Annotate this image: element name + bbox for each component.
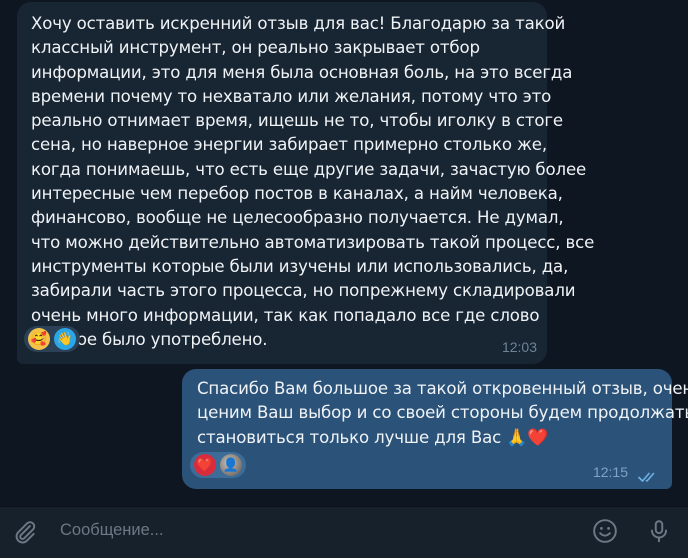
- message-line: забирали часть этого процесса, но попреж…: [31, 281, 576, 301]
- reaction-badge[interactable]: 🥰 👋: [24, 326, 80, 352]
- message-line-last: становиться только лучше для Вас 🙏❤️: [197, 426, 667, 450]
- microphone-icon[interactable]: [644, 516, 674, 546]
- message-line: ценим Ваш выбор и со своей стороны будем…: [197, 403, 688, 423]
- message-time: 12:03: [501, 339, 537, 355]
- message-line: реально отнимает время, ищешь не то, что…: [31, 111, 563, 131]
- message-line: очень много информации, так как попадало…: [31, 305, 540, 325]
- chat-history[interactable]: Хочу оставить искренний отзыв для вас! Б…: [0, 0, 688, 506]
- pray-heart-emoji: 🙏❤️: [506, 427, 549, 448]
- message-line: информации, это для меня была основная б…: [31, 62, 573, 82]
- message-composer: Сообщение...: [0, 506, 688, 558]
- message-line: финансово, вообще не целесообразно получ…: [31, 208, 564, 228]
- message-time: 12:15: [592, 464, 628, 480]
- message-input[interactable]: Сообщение...: [60, 521, 164, 540]
- outgoing-message-text: Спасибо Вам большое за такой откровенный…: [197, 377, 688, 450]
- reaction-avatar: 👤: [220, 454, 242, 476]
- reaction-avatar: 👋: [54, 328, 76, 350]
- message-line: когда понимаешь, что есть еще другие зад…: [31, 159, 587, 179]
- message-line: классный инструмент, он реально закрывае…: [31, 38, 480, 58]
- outgoing-message-bubble[interactable]: Спасибо Вам большое за такой откровенный…: [182, 369, 688, 489]
- message-line: сена, но наверное энергии забирает приме…: [31, 135, 547, 155]
- message-text: становиться только лучше для Вас: [197, 427, 502, 447]
- message-line: инструменты которые были изучены или исп…: [31, 256, 569, 276]
- message-line: Хочу оставить искренний отзыв для вас! Б…: [31, 14, 566, 33]
- smiley-icon[interactable]: [590, 516, 620, 546]
- message-line: нужное было употреблено.: [31, 329, 268, 349]
- double-check-icon: [638, 468, 658, 487]
- message-line: что можно действительно автоматизировать…: [31, 232, 595, 252]
- reaction-avatar: ❤️: [194, 454, 216, 476]
- incoming-message-bubble[interactable]: Хочу оставить искренний отзыв для вас! Б…: [17, 2, 595, 364]
- reaction-badge[interactable]: ❤️ 👤: [190, 452, 246, 478]
- paperclip-icon[interactable]: [10, 517, 40, 547]
- reaction-avatar: 🥰: [28, 328, 50, 350]
- message-line: Спасибо Вам большое за такой откровенный…: [197, 379, 688, 398]
- incoming-message-text: Хочу оставить искренний отзыв для вас! Б…: [31, 12, 595, 352]
- message-line: интересные чем перебор постов в каналах,…: [31, 184, 563, 204]
- message-line: времени почему то нехватало или желания,…: [31, 86, 552, 106]
